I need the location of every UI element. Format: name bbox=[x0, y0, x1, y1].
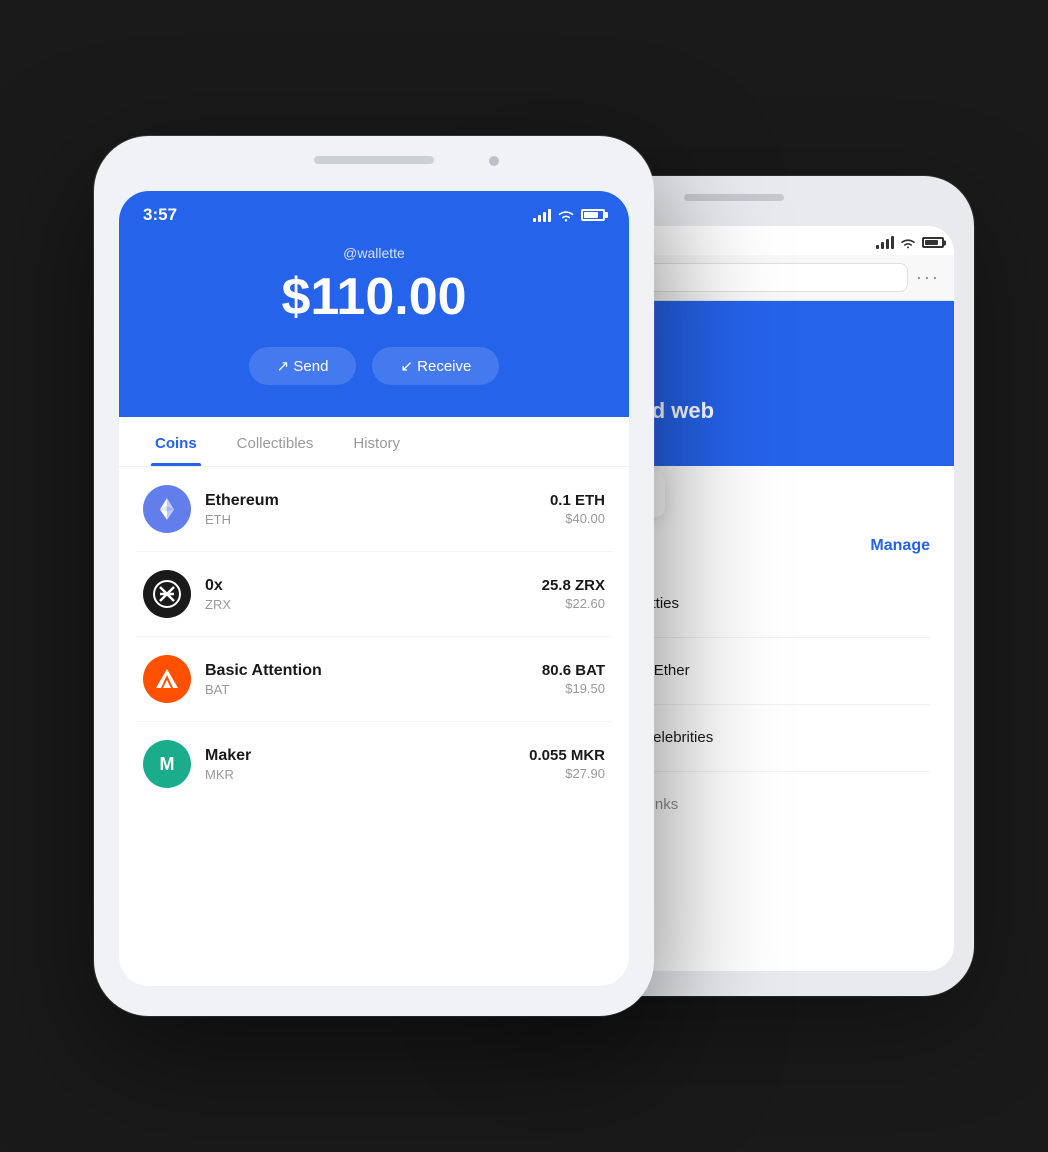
mkr-icon: M bbox=[143, 740, 191, 788]
status-time: 3:57 bbox=[143, 205, 177, 225]
coin-usd-mkr: $27.90 bbox=[529, 766, 605, 781]
coin-list: Ethereum ETH 0.1 ETH $40.00 bbox=[119, 467, 629, 806]
wallet-username: @wallette bbox=[143, 245, 605, 261]
bat-icon bbox=[143, 655, 191, 703]
coin-info-zrx: 0x ZRX bbox=[205, 577, 528, 612]
coin-amount-zrx: 25.8 ZRX bbox=[542, 577, 605, 594]
coin-amount-mkr: 0.055 MKR bbox=[529, 747, 605, 764]
back-signal-icon bbox=[876, 236, 894, 249]
back-phone-notch bbox=[684, 194, 784, 201]
back-wifi-icon bbox=[900, 237, 916, 249]
eth-icon bbox=[143, 485, 191, 533]
coin-name-eth: Ethereum bbox=[205, 492, 536, 510]
coin-symbol-zrx: ZRX bbox=[205, 597, 528, 612]
coin-info-eth: Ethereum ETH bbox=[205, 492, 536, 527]
coin-item-mkr[interactable]: M Maker MKR 0.055 MKR $27.90 bbox=[135, 722, 613, 806]
coin-value-zrx: 25.8 ZRX $22.60 bbox=[542, 577, 605, 611]
wifi-icon bbox=[557, 209, 575, 222]
phone-front: 3:57 @w bbox=[94, 136, 654, 1016]
coin-item-zrx[interactable]: 0x ZRX 25.8 ZRX $22.60 bbox=[135, 552, 613, 637]
coin-info-mkr: Maker MKR bbox=[205, 747, 515, 782]
tab-coins[interactable]: Coins bbox=[135, 417, 217, 466]
coin-amount-eth: 0.1 ETH bbox=[550, 492, 605, 509]
coin-name-bat: Basic Attention bbox=[205, 662, 528, 680]
front-phone-camera bbox=[489, 156, 499, 166]
coin-item-bat[interactable]: Basic Attention BAT 80.6 BAT $19.50 bbox=[135, 637, 613, 722]
coin-symbol-mkr: MKR bbox=[205, 767, 515, 782]
coin-usd-zrx: $22.60 bbox=[542, 596, 605, 611]
coin-symbol-bat: BAT bbox=[205, 682, 528, 697]
svg-text:M: M bbox=[160, 754, 175, 774]
coin-name-mkr: Maker bbox=[205, 747, 515, 765]
manage-link[interactable]: Manage bbox=[870, 537, 930, 555]
coin-usd-bat: $19.50 bbox=[542, 681, 605, 696]
front-phone-screen: 3:57 @w bbox=[119, 191, 629, 986]
wallet-actions: ↗ Send ↙ Receive bbox=[143, 347, 605, 385]
coin-item-eth[interactable]: Ethereum ETH 0.1 ETH $40.00 bbox=[135, 467, 613, 552]
battery-icon bbox=[581, 209, 605, 221]
scene: coinbase.com ··· ecentralized web er DAp… bbox=[74, 76, 974, 1076]
coin-value-mkr: 0.055 MKR $27.90 bbox=[529, 747, 605, 781]
tab-collectibles[interactable]: Collectibles bbox=[217, 417, 334, 466]
send-button[interactable]: ↗ Send bbox=[249, 347, 357, 385]
signal-icon bbox=[533, 208, 551, 222]
coin-value-bat: 80.6 BAT $19.50 bbox=[542, 662, 605, 696]
battery-fill bbox=[584, 212, 598, 218]
coin-symbol-eth: ETH bbox=[205, 512, 536, 527]
wallet-balance: $110.00 bbox=[143, 267, 605, 327]
zrx-icon bbox=[143, 570, 191, 618]
status-icons bbox=[533, 208, 605, 222]
back-battery-icon bbox=[922, 237, 944, 248]
coin-info-bat: Basic Attention BAT bbox=[205, 662, 528, 697]
receive-button[interactable]: ↙ Receive bbox=[372, 347, 499, 385]
coin-value-eth: 0.1 ETH $40.00 bbox=[550, 492, 605, 526]
coin-amount-bat: 80.6 BAT bbox=[542, 662, 605, 679]
coin-usd-eth: $40.00 bbox=[550, 511, 605, 526]
tab-history[interactable]: History bbox=[333, 417, 420, 466]
status-bar: 3:57 bbox=[143, 191, 605, 233]
wallet-tabs: Coins Collectibles History bbox=[119, 417, 629, 467]
browser-menu-button[interactable]: ··· bbox=[916, 267, 940, 288]
front-phone-notch bbox=[314, 156, 434, 164]
wallet-header: 3:57 @w bbox=[119, 191, 629, 417]
coin-name-zrx: 0x bbox=[205, 577, 528, 595]
